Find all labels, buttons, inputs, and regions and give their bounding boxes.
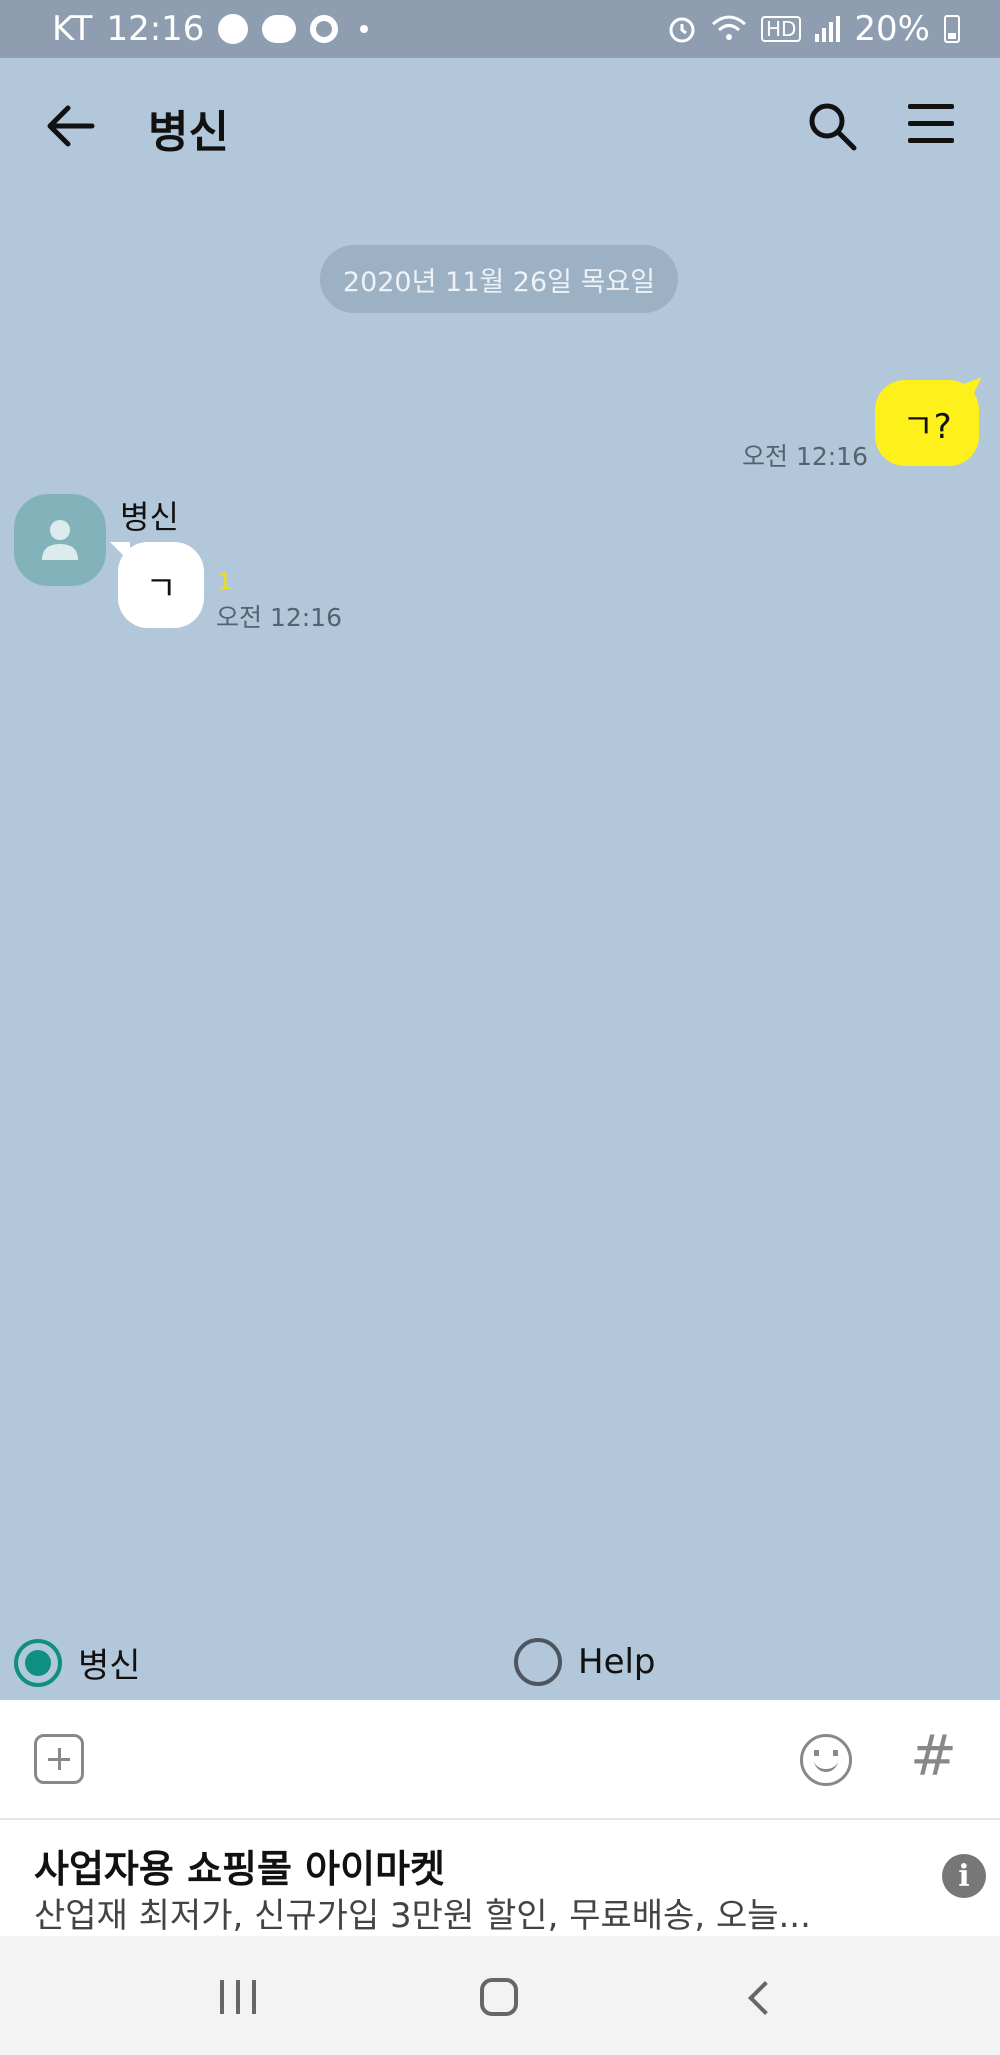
radio-label: Help (578, 1642, 656, 1682)
add-attachment-icon[interactable] (34, 1734, 84, 1784)
nav-back-icon[interactable] (748, 1981, 782, 2015)
carrier-label: KT (52, 9, 93, 49)
radio-label: 병신 (78, 1646, 141, 1686)
ad-title: 사업자용 쇼핑몰 아이마켓 (34, 1847, 446, 1891)
other-message-bubble[interactable]: ㄱ (110, 542, 204, 628)
signal-icon (815, 16, 841, 42)
status-right: HD 20% (667, 9, 960, 49)
battery-percent: 20% (854, 9, 930, 49)
messenger-icon (218, 14, 249, 44)
chat-title: 병신 (148, 107, 229, 158)
hashtag-search-button[interactable]: # (910, 1724, 957, 1789)
unread-count: 1 (218, 570, 232, 595)
my-message-time: 오전 12:16 (742, 442, 868, 471)
message-input-bar[interactable]: # (0, 1700, 1000, 1818)
radio-option-help[interactable]: Help (514, 1638, 656, 1686)
emoticon-icon[interactable] (800, 1734, 852, 1786)
hd-voice-badge: HD (760, 16, 802, 42)
status-left: KT 12:16 (52, 9, 667, 49)
info-icon[interactable]: i (942, 1854, 986, 1898)
radio-checked-icon (14, 1638, 62, 1687)
alarm-icon (669, 17, 695, 43)
menu-icon[interactable] (908, 104, 954, 144)
sender-selector: 병신 Help (0, 1630, 1000, 1696)
search-icon[interactable] (806, 100, 858, 152)
system-nav-bar (0, 1936, 1000, 2055)
notification-app-icon (310, 15, 339, 43)
chat-header: 병신 (0, 58, 1000, 194)
radio-unchecked-icon (514, 1638, 562, 1686)
other-message-time: 오전 12:16 (216, 603, 342, 632)
kakaotalk-icon (262, 15, 297, 43)
back-arrow-icon[interactable] (44, 102, 96, 150)
status-bar: KT 12:16 HD 20% (0, 0, 1000, 58)
ad-banner[interactable]: 사업자용 쇼핑몰 아이마켓 산업재 최저가, 신규가입 3만원 할인, 무료배송… (0, 1818, 1000, 1936)
default-profile-icon (42, 520, 78, 560)
status-time: 12:16 (106, 9, 205, 49)
recent-apps-icon[interactable] (220, 1980, 256, 2014)
sender-name: 병신 (120, 498, 179, 536)
battery-charging-icon (944, 15, 960, 43)
wifi-icon (711, 15, 746, 40)
date-divider: 2020년 11월 26일 목요일 (320, 245, 678, 313)
home-icon[interactable] (480, 1978, 518, 2016)
ad-description: 산업재 최저가, 신규가입 3만원 할인, 무료배송, 오늘... (34, 1896, 811, 1936)
more-notifications-dot-icon (360, 25, 369, 33)
my-message-bubble[interactable]: ㄱ? (875, 380, 979, 466)
radio-option-byeongsin[interactable]: 병신 (14, 1638, 141, 1687)
avatar[interactable] (14, 494, 106, 586)
